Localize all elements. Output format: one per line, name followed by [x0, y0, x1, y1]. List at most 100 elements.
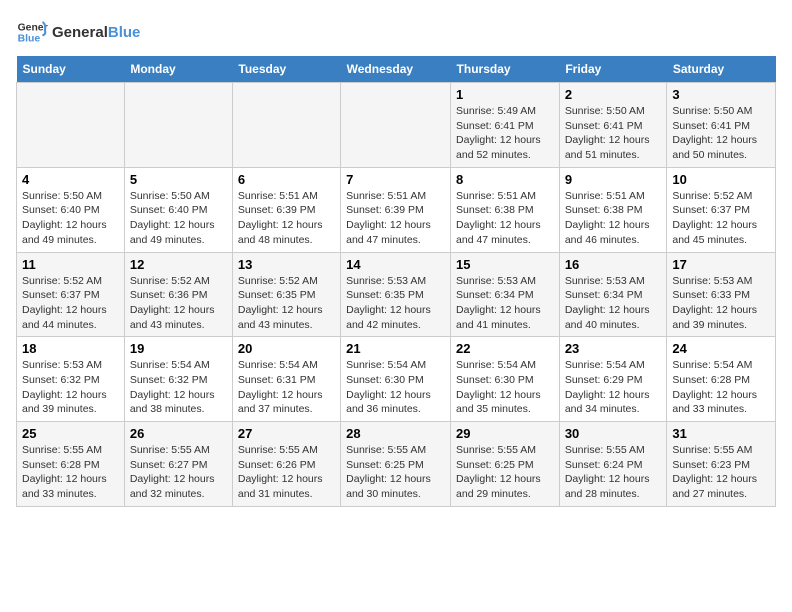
calendar-cell: 29 Sunrise: 5:55 AM Sunset: 6:25 PM Dayli… — [451, 422, 560, 507]
day-number: 6 — [238, 172, 335, 187]
day-info: Sunrise: 5:50 AM Sunset: 6:41 PM Dayligh… — [565, 104, 662, 163]
weekday-header-friday: Friday — [559, 56, 667, 83]
calendar-cell — [17, 83, 125, 168]
day-info: Sunrise: 5:51 AM Sunset: 6:39 PM Dayligh… — [346, 189, 445, 248]
header: General Blue GeneralBlue — [16, 16, 776, 48]
day-info: Sunrise: 5:50 AM Sunset: 6:40 PM Dayligh… — [22, 189, 119, 248]
calendar-cell: 11 Sunrise: 5:52 AM Sunset: 6:37 PM Dayli… — [17, 252, 125, 337]
calendar-cell: 23 Sunrise: 5:54 AM Sunset: 6:29 PM Dayli… — [559, 337, 667, 422]
calendar-cell: 12Sunrise: 5:52 AM Sunset: 6:36 PM Dayli… — [124, 252, 232, 337]
day-number: 13 — [238, 257, 335, 272]
day-number: 23 — [565, 341, 662, 356]
day-number: 10 — [672, 172, 770, 187]
day-info: Sunrise: 5:54 AM Sunset: 6:31 PM Dayligh… — [238, 358, 335, 417]
day-number: 14 — [346, 257, 445, 272]
calendar-cell: 4 Sunrise: 5:50 AM Sunset: 6:40 PM Daylig… — [17, 167, 125, 252]
weekday-header-thursday: Thursday — [451, 56, 560, 83]
calendar-cell: 26 Sunrise: 5:55 AM Sunset: 6:27 PM Dayli… — [124, 422, 232, 507]
day-number: 2 — [565, 87, 662, 102]
day-number: 17 — [672, 257, 770, 272]
day-info: Sunrise: 5:51 AM Sunset: 6:38 PM Dayligh… — [456, 189, 554, 248]
day-number: 25 — [22, 426, 119, 441]
weekday-header-monday: Monday — [124, 56, 232, 83]
day-number: 11 — [22, 257, 119, 272]
weekday-header-wednesday: Wednesday — [341, 56, 451, 83]
day-number: 1 — [456, 87, 554, 102]
day-info: Sunrise: 5:54 AM Sunset: 6:30 PM Dayligh… — [456, 358, 554, 417]
day-number: 30 — [565, 426, 662, 441]
day-info: Sunrise: 5:54 AM Sunset: 6:29 PM Dayligh… — [565, 358, 662, 417]
svg-text:Blue: Blue — [18, 34, 41, 45]
calendar-cell: 15Sunrise: 5:53 AM Sunset: 6:34 PM Dayli… — [451, 252, 560, 337]
day-info: Sunrise: 5:51 AM Sunset: 6:38 PM Dayligh… — [565, 189, 662, 248]
day-info: Sunrise: 5:52 AM Sunset: 6:35 PM Dayligh… — [238, 274, 335, 333]
day-info: Sunrise: 5:51 AM Sunset: 6:39 PM Dayligh… — [238, 189, 335, 248]
calendar-cell: 27Sunrise: 5:55 AM Sunset: 6:26 PM Dayli… — [232, 422, 340, 507]
calendar-cell — [124, 83, 232, 168]
day-info: Sunrise: 5:52 AM Sunset: 6:37 PM Dayligh… — [672, 189, 770, 248]
calendar-cell: 24Sunrise: 5:54 AM Sunset: 6:28 PM Dayli… — [667, 337, 776, 422]
day-number: 22 — [456, 341, 554, 356]
calendar-week-row: 4 Sunrise: 5:50 AM Sunset: 6:40 PM Daylig… — [17, 167, 776, 252]
calendar-week-row: 1 Sunrise: 5:49 AM Sunset: 6:41 PM Daylig… — [17, 83, 776, 168]
calendar-cell: 6 Sunrise: 5:51 AM Sunset: 6:39 PM Daylig… — [232, 167, 340, 252]
day-number: 20 — [238, 341, 335, 356]
calendar-cell: 1 Sunrise: 5:49 AM Sunset: 6:41 PM Daylig… — [451, 83, 560, 168]
day-info: Sunrise: 5:53 AM Sunset: 6:34 PM Dayligh… — [565, 274, 662, 333]
calendar-cell: 21 Sunrise: 5:54 AM Sunset: 6:30 PM Dayli… — [341, 337, 451, 422]
weekday-header-row: SundayMondayTuesdayWednesdayThursdayFrid… — [17, 56, 776, 83]
calendar-cell: 18 Sunrise: 5:53 AM Sunset: 6:32 PM Dayli… — [17, 337, 125, 422]
calendar-cell: 8 Sunrise: 5:51 AM Sunset: 6:38 PM Daylig… — [451, 167, 560, 252]
calendar-cell: 20 Sunrise: 5:54 AM Sunset: 6:31 PM Dayli… — [232, 337, 340, 422]
calendar-cell: 19 Sunrise: 5:54 AM Sunset: 6:32 PM Dayli… — [124, 337, 232, 422]
calendar-cell: 7 Sunrise: 5:51 AM Sunset: 6:39 PM Daylig… — [341, 167, 451, 252]
day-info: Sunrise: 5:50 AM Sunset: 6:41 PM Dayligh… — [672, 104, 770, 163]
calendar-table: SundayMondayTuesdayWednesdayThursdayFrid… — [16, 56, 776, 507]
calendar-cell: 22 Sunrise: 5:54 AM Sunset: 6:30 PM Dayli… — [451, 337, 560, 422]
calendar-cell: 5Sunrise: 5:50 AM Sunset: 6:40 PM Daylig… — [124, 167, 232, 252]
day-info: Sunrise: 5:53 AM Sunset: 6:32 PM Dayligh… — [22, 358, 119, 417]
calendar-cell: 28 Sunrise: 5:55 AM Sunset: 6:25 PM Dayli… — [341, 422, 451, 507]
day-number: 29 — [456, 426, 554, 441]
day-info: Sunrise: 5:55 AM Sunset: 6:27 PM Dayligh… — [130, 443, 227, 502]
calendar-cell: 31 Sunrise: 5:55 AM Sunset: 6:23 PM Dayli… — [667, 422, 776, 507]
weekday-header-sunday: Sunday — [17, 56, 125, 83]
calendar-cell — [232, 83, 340, 168]
day-number: 16 — [565, 257, 662, 272]
calendar-cell: 25 Sunrise: 5:55 AM Sunset: 6:28 PM Dayli… — [17, 422, 125, 507]
day-info: Sunrise: 5:50 AM Sunset: 6:40 PM Dayligh… — [130, 189, 227, 248]
day-number: 18 — [22, 341, 119, 356]
day-number: 21 — [346, 341, 445, 356]
day-number: 27 — [238, 426, 335, 441]
weekday-header-tuesday: Tuesday — [232, 56, 340, 83]
calendar-cell — [341, 83, 451, 168]
day-info: Sunrise: 5:52 AM Sunset: 6:37 PM Dayligh… — [22, 274, 119, 333]
day-info: Sunrise: 5:55 AM Sunset: 6:28 PM Dayligh… — [22, 443, 119, 502]
calendar-cell: 16 Sunrise: 5:53 AM Sunset: 6:34 PM Dayli… — [559, 252, 667, 337]
calendar-cell: 10 Sunrise: 5:52 AM Sunset: 6:37 PM Dayli… — [667, 167, 776, 252]
day-number: 4 — [22, 172, 119, 187]
calendar-cell: 13 Sunrise: 5:52 AM Sunset: 6:35 PM Dayli… — [232, 252, 340, 337]
day-info: Sunrise: 5:49 AM Sunset: 6:41 PM Dayligh… — [456, 104, 554, 163]
day-number: 3 — [672, 87, 770, 102]
day-number: 31 — [672, 426, 770, 441]
logo-name: GeneralBlue — [52, 24, 140, 41]
day-number: 19 — [130, 341, 227, 356]
day-info: Sunrise: 5:55 AM Sunset: 6:25 PM Dayligh… — [346, 443, 445, 502]
day-number: 8 — [456, 172, 554, 187]
calendar-cell: 2 Sunrise: 5:50 AM Sunset: 6:41 PM Daylig… — [559, 83, 667, 168]
calendar-cell: 30Sunrise: 5:55 AM Sunset: 6:24 PM Dayli… — [559, 422, 667, 507]
day-info: Sunrise: 5:55 AM Sunset: 6:25 PM Dayligh… — [456, 443, 554, 502]
day-info: Sunrise: 5:54 AM Sunset: 6:32 PM Dayligh… — [130, 358, 227, 417]
day-info: Sunrise: 5:54 AM Sunset: 6:30 PM Dayligh… — [346, 358, 445, 417]
day-info: Sunrise: 5:53 AM Sunset: 6:35 PM Dayligh… — [346, 274, 445, 333]
day-number: 9 — [565, 172, 662, 187]
day-number: 28 — [346, 426, 445, 441]
calendar-cell: 14 Sunrise: 5:53 AM Sunset: 6:35 PM Dayli… — [341, 252, 451, 337]
day-info: Sunrise: 5:55 AM Sunset: 6:23 PM Dayligh… — [672, 443, 770, 502]
day-info: Sunrise: 5:54 AM Sunset: 6:28 PM Dayligh… — [672, 358, 770, 417]
calendar-week-row: 11 Sunrise: 5:52 AM Sunset: 6:37 PM Dayli… — [17, 252, 776, 337]
day-number: 26 — [130, 426, 227, 441]
day-number: 12 — [130, 257, 227, 272]
day-number: 7 — [346, 172, 445, 187]
